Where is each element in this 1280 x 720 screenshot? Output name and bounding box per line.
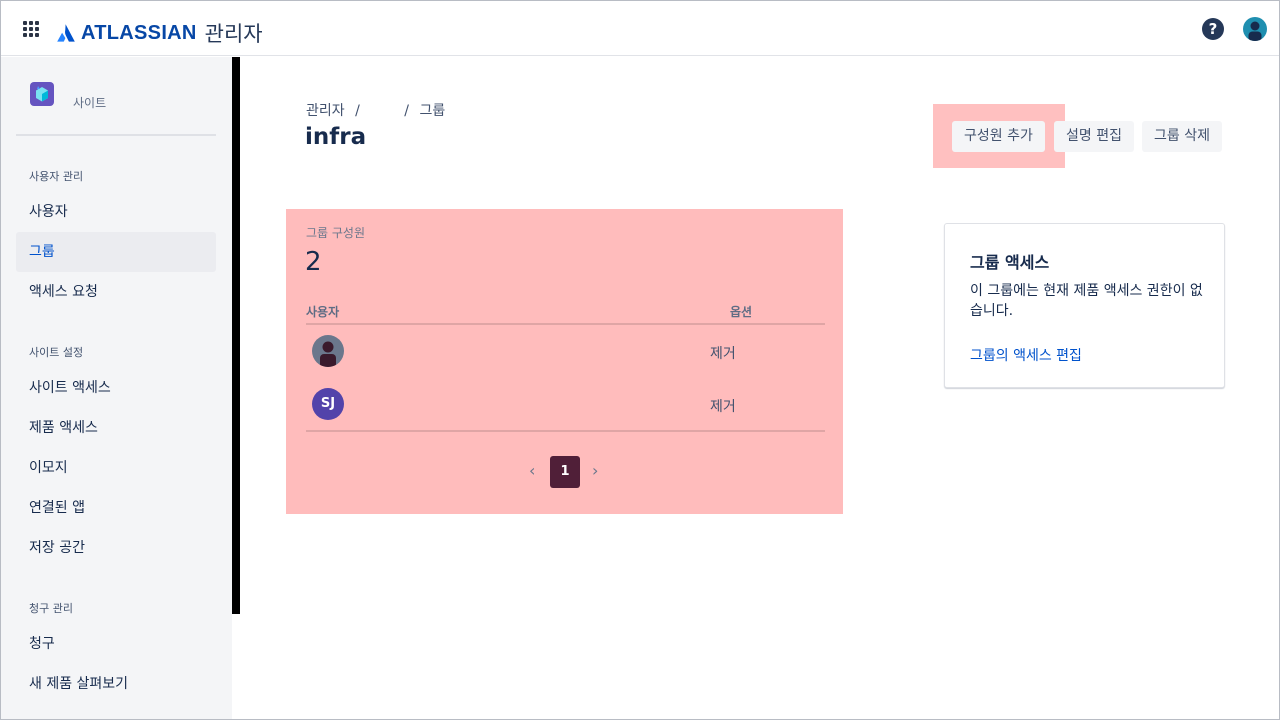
help-icon[interactable]: ? [1202, 18, 1224, 40]
atlassian-admin-logo[interactable]: ATLASSIAN 관리자 [56, 18, 263, 48]
group-access-card: 그룹 액세스 이 그룹에는 현재 제품 액세스 권한이 없습니다. 그룹의 액세… [944, 223, 1225, 388]
delete-group-button[interactable]: 그룹 삭제 [1142, 121, 1222, 152]
sidebar-resize-handle[interactable] [232, 57, 240, 614]
sidebar-divider [16, 134, 216, 136]
site-icon[interactable] [30, 82, 54, 106]
breadcrumb-separator: / [404, 103, 409, 119]
breadcrumb-groups[interactable]: 그룹 [419, 100, 445, 120]
add-member-button[interactable]: 구성원 추가 [952, 121, 1045, 152]
pagination-current-page[interactable]: 1 [550, 456, 580, 488]
sidebar-item-discover-products[interactable]: 새 제품 살펴보기 [16, 664, 216, 704]
sidebar-item-billing[interactable]: 청구 [16, 624, 216, 664]
group-access-description: 이 그룹에는 현재 제품 액세스 권한이 없습니다. [970, 283, 1203, 319]
user-silhouette-icon [1248, 21, 1262, 41]
sidebar-item-site-access[interactable]: 사이트 액세스 [16, 368, 216, 408]
breadcrumb: 관리자 / / 그룹 [306, 100, 445, 120]
remove-member-link[interactable]: 제거 [710, 343, 736, 363]
profile-avatar[interactable] [1243, 17, 1267, 41]
pagination-next-icon[interactable]: › [592, 461, 598, 480]
sidebar-item-users[interactable]: 사용자 [16, 192, 216, 232]
group-members-card: 그룹 구성원 2 사용자 옵션 제거 SJ 제거 ‹ 1 › [286, 209, 843, 514]
table-footer-divider [306, 430, 825, 432]
user-silhouette-icon [320, 341, 336, 367]
members-label: 그룹 구성원 [306, 226, 366, 240]
sidebar-item-storage[interactable]: 저장 공간 [16, 528, 216, 568]
sidebar-item-access-requests[interactable]: 액세스 요청 [16, 272, 216, 312]
edit-description-button[interactable]: 설명 편집 [1054, 121, 1134, 152]
site-label: 사이트 [73, 96, 107, 110]
members-count: 2 [305, 247, 322, 277]
atlassian-triangle-icon [57, 24, 75, 42]
pagination-prev-icon[interactable]: ‹ [529, 461, 535, 480]
member-initials-avatar[interactable]: SJ [312, 388, 344, 420]
product-name: 관리자 [204, 22, 263, 46]
sidebar-item-emoji[interactable]: 이모지 [16, 448, 216, 488]
sidebar-section-billing: 청구 관리 [29, 602, 73, 615]
member-avatar[interactable] [312, 335, 344, 367]
sidebar-section-site-settings: 사이트 설정 [29, 346, 84, 359]
page-title: infra [305, 124, 367, 150]
remove-member-link[interactable]: 제거 [710, 396, 736, 416]
cube-icon [36, 86, 48, 102]
sidebar-item-connected-apps[interactable]: 연결된 앱 [16, 488, 216, 528]
edit-group-access-link[interactable]: 그룹의 액세스 편집 [970, 345, 1082, 365]
table-header-divider [306, 323, 825, 325]
column-header-user: 사용자 [306, 305, 340, 319]
sidebar-item-product-access[interactable]: 제품 액세스 [16, 408, 216, 448]
breadcrumb-separator: / [355, 103, 360, 119]
breadcrumb-admin[interactable]: 관리자 [306, 100, 345, 120]
top-navigation-bar: ATLASSIAN 관리자 ? [1, 1, 1279, 56]
app-switcher-icon[interactable] [23, 21, 39, 37]
group-access-title: 그룹 액세스 [970, 253, 1050, 272]
brand-name: ATLASSIAN [81, 21, 197, 44]
sidebar-item-groups[interactable]: 그룹 [16, 232, 216, 272]
column-header-options: 옵션 [730, 305, 753, 319]
sidebar-section-user-management: 사용자 관리 [29, 170, 84, 183]
